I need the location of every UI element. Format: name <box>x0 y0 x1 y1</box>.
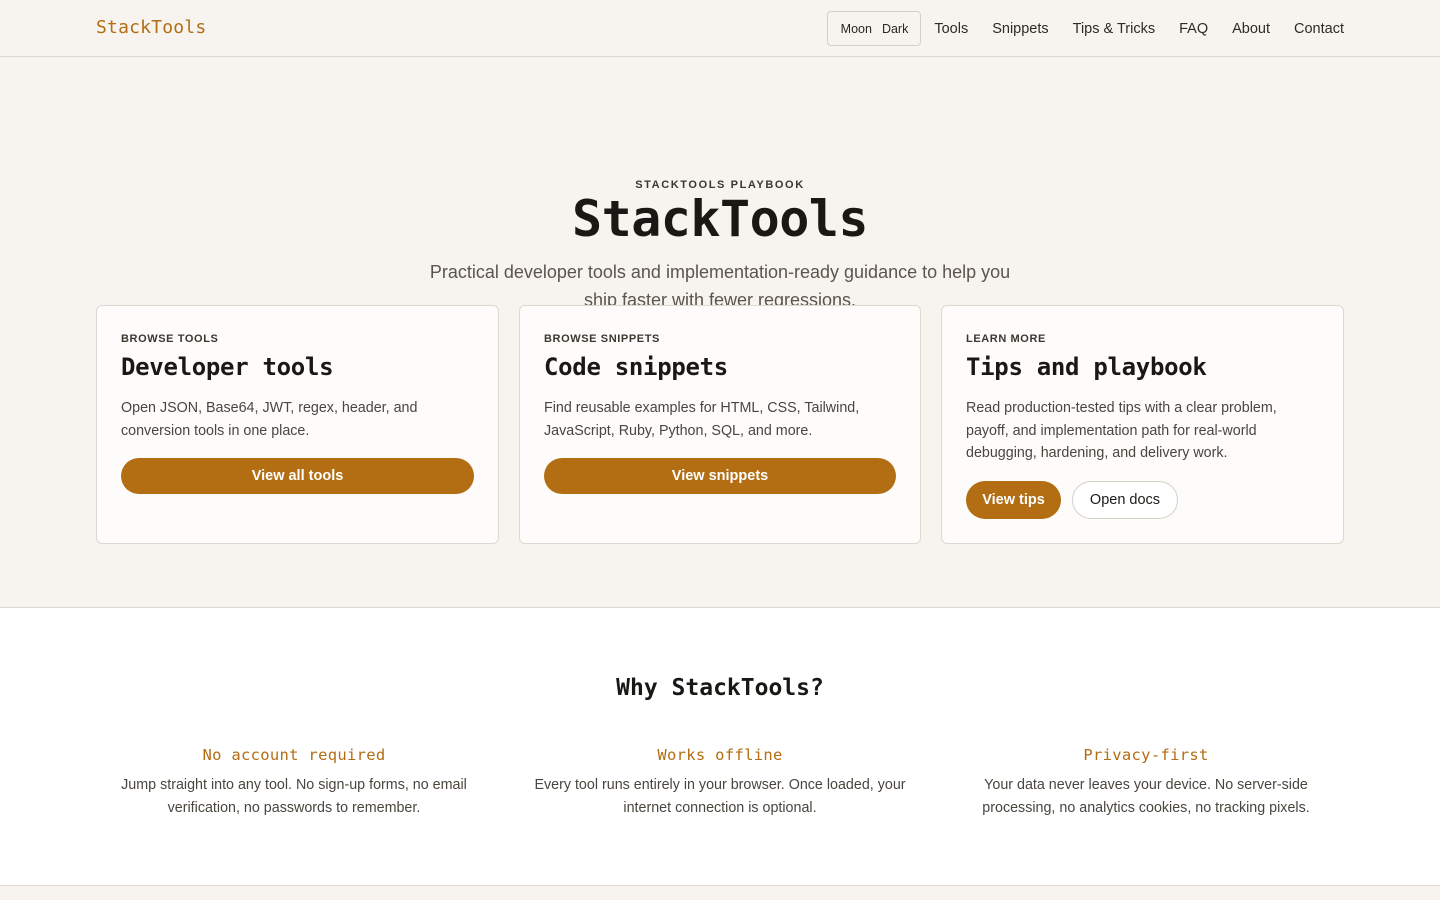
nav-link-tips[interactable]: Tips & Tricks <box>1073 21 1155 37</box>
main-nav: Moon Dark Tools Snippets Tips & Tricks F… <box>826 11 1344 46</box>
nav-link-contact[interactable]: Contact <box>1294 21 1344 37</box>
why-title: Why StackTools? <box>616 675 824 701</box>
card-label: BROWSE SNIPPETS <box>544 333 660 345</box>
card-title: Code snippets <box>544 353 728 381</box>
hero-title: StackTools <box>571 190 869 248</box>
view-snippets-button[interactable]: View snippets <box>544 458 896 494</box>
site-header: StackTools Moon Dark Tools Snippets Tips… <box>0 0 1440 57</box>
card-description: Read production-tested tips with a clear… <box>966 400 1277 461</box>
feature-works-offline: Works offline Every tool runs entirely i… <box>520 746 920 820</box>
feature-description: Every tool runs entirely in your browser… <box>534 777 906 816</box>
feature-title: Privacy-first <box>1083 746 1209 764</box>
hero-section: STACKTOOLS PLAYBOOK StackTools Practical… <box>0 57 1440 608</box>
feature-description: Your data never leaves your device. No s… <box>982 777 1310 816</box>
feature-title: Works offline <box>657 746 783 764</box>
nav-link-tools[interactable]: Tools <box>934 21 968 37</box>
why-section: Why StackTools? No account required Jump… <box>0 608 1440 886</box>
moon-icon: Moon <box>840 21 872 36</box>
feature-description: Jump straight into any tool. No sign-up … <box>121 777 467 816</box>
nav-link-snippets[interactable]: Snippets <box>992 21 1048 37</box>
open-docs-button[interactable]: Open docs <box>1072 481 1178 519</box>
card-developer-tools: BROWSE TOOLS Developer tools Open JSON, … <box>96 305 499 544</box>
card-code-snippets: BROWSE SNIPPETS Code snippets Find reusa… <box>519 305 921 544</box>
view-tips-button[interactable]: View tips <box>966 481 1061 519</box>
card-title: Tips and playbook <box>966 353 1207 381</box>
feature-no-account: No account required Jump straight into a… <box>94 746 494 820</box>
feature-privacy-first: Privacy-first Your data never leaves you… <box>946 746 1346 820</box>
nav-link-faq[interactable]: FAQ <box>1179 21 1208 37</box>
card-label: BROWSE TOOLS <box>121 333 219 345</box>
nav-link-about[interactable]: About <box>1232 21 1270 37</box>
card-description: Open JSON, Base64, JWT, regex, header, a… <box>121 400 418 439</box>
theme-toggle-label: Dark <box>881 21 909 36</box>
card-label: LEARN MORE <box>966 333 1046 345</box>
theme-toggle-button[interactable]: Moon Dark <box>826 11 922 46</box>
feature-title: No account required <box>202 746 386 764</box>
card-tips-playbook: LEARN MORE Tips and playbook Read produc… <box>941 305 1344 544</box>
brand-logo-link[interactable]: StackTools <box>96 17 206 38</box>
card-title: Developer tools <box>121 353 334 381</box>
card-description: Find reusable examples for HTML, CSS, Ta… <box>544 400 860 439</box>
view-all-tools-button[interactable]: View all tools <box>121 458 474 494</box>
